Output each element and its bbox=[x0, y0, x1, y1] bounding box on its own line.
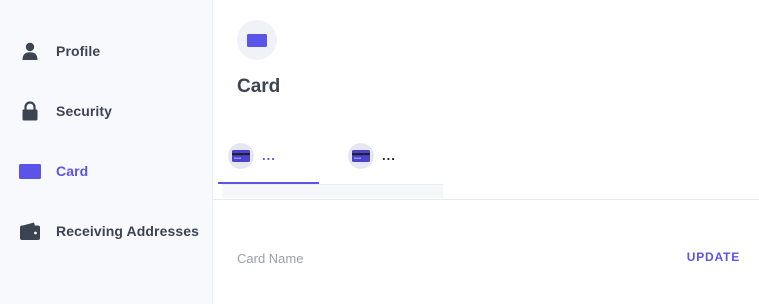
credit-card-icon bbox=[228, 143, 254, 169]
divider bbox=[213, 199, 759, 200]
card-icon bbox=[19, 160, 41, 182]
tabs-scrollbar[interactable] bbox=[222, 184, 443, 198]
person-icon bbox=[19, 40, 41, 62]
card-tabs: ... ... bbox=[222, 138, 443, 184]
sidebar-item-label: Receiving Addresses bbox=[56, 223, 200, 239]
card-name-label: Card Name bbox=[237, 251, 304, 266]
sidebar-item-security[interactable]: Security bbox=[0, 91, 212, 131]
tab-card-2[interactable]: ... bbox=[348, 138, 443, 184]
lock-icon bbox=[19, 100, 41, 122]
card-icon bbox=[237, 20, 277, 60]
page-title: Card bbox=[237, 76, 281, 97]
sidebar: Profile Security Card Receiving Addresse… bbox=[0, 0, 213, 304]
sidebar-item-receiving-addresses[interactable]: Receiving Addresses bbox=[0, 211, 212, 251]
sidebar-item-label: Card bbox=[56, 163, 89, 179]
sidebar-item-card[interactable]: Card bbox=[0, 151, 212, 191]
sidebar-item-label: Security bbox=[56, 103, 113, 119]
wallet-icon bbox=[19, 220, 41, 242]
tab-card-1[interactable]: ... bbox=[228, 138, 323, 184]
main-content: Card ... ... Card Name UPDATE bbox=[213, 0, 759, 304]
sidebar-item-label: Profile bbox=[56, 43, 101, 59]
sidebar-item-profile[interactable]: Profile bbox=[0, 31, 212, 71]
tab-label: ... bbox=[262, 148, 276, 163]
update-button[interactable]: UPDATE bbox=[687, 250, 740, 264]
tab-label: ... bbox=[382, 148, 396, 163]
credit-card-icon bbox=[348, 143, 374, 169]
